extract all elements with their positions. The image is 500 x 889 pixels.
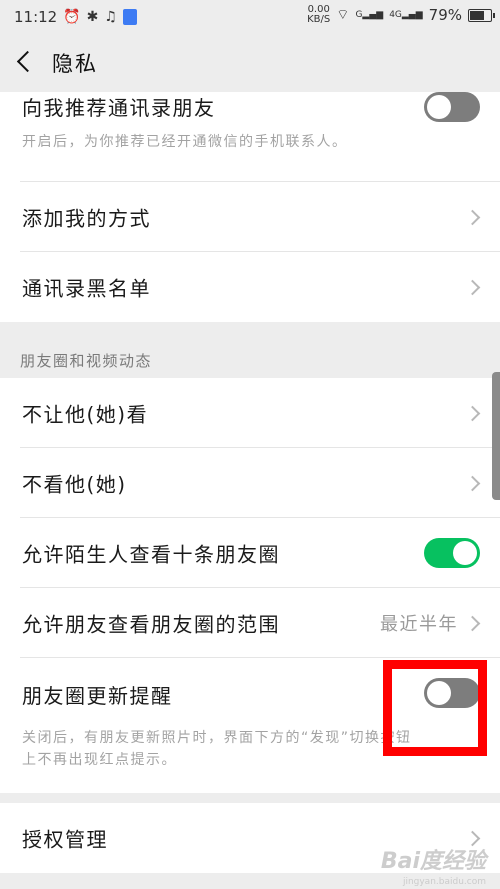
dont-see-row[interactable]: 不看他(她) (0, 448, 500, 518)
moments-update-reminder-desc-1: 关闭后，有朋友更新照片时，界面下方的“发现”切换按钮 (22, 730, 412, 746)
battery-percent: 79% (428, 6, 462, 24)
status-bar-left: 11:12 ⏰ ✱ ♫ (14, 8, 137, 26)
strangers-view-toggle[interactable] (424, 538, 480, 568)
recommend-contacts-desc: 开启后，为你推荐已经开通微信的手机联系人。 (22, 134, 348, 150)
toggle-knob (427, 95, 451, 119)
strangers-view-row: 允许陌生人查看十条朋友圈 (0, 518, 500, 588)
auth-management-label: 授权管理 (22, 827, 108, 852)
contacts-blacklist-row[interactable]: 通讯录黑名单 (0, 252, 500, 322)
strangers-view-label: 允许陌生人查看十条朋友圈 (22, 542, 280, 567)
chevron-right-icon (464, 209, 481, 226)
moments-range-value: 最近半年 (380, 614, 458, 635)
moments-range-row[interactable]: 允许朋友查看朋友圈的范围 最近半年 (0, 588, 500, 658)
chevron-right-icon (464, 475, 481, 492)
dont-see-label: 不看他(她) (22, 472, 127, 497)
network-label-1: G (355, 10, 363, 20)
recommend-contacts-row: 向我推荐通讯录朋友 开启后，为你推荐已经开通微信的手机联系人。 (0, 92, 500, 182)
baidu-watermark-logo: Bai度经验 (380, 849, 486, 874)
alarm-icon: ⏰ (63, 9, 81, 25)
net-speed: 0.00 KB/S (307, 5, 330, 25)
moments-section-header: 朋友圈和视频动态 (20, 352, 153, 370)
baidu-watermark-url: jingyan.baidu.com (402, 877, 486, 887)
recommend-contacts-toggle[interactable] (424, 92, 480, 122)
chevron-right-icon (464, 615, 481, 632)
add-me-methods-row[interactable]: 添加我的方式 (0, 182, 500, 252)
shield-icon (122, 9, 137, 25)
network-label-2: 4G (389, 10, 402, 20)
highlight-box (383, 660, 487, 756)
bluetooth-icon: ✱ (86, 9, 99, 25)
status-bar-right: 0.00 KB/S ⌔ G▂▄▆ 4G▂▄▆ 79% (307, 5, 495, 25)
page-title: 隐私 (52, 52, 98, 76)
status-time: 11:12 (14, 8, 58, 26)
dont-let-see-row[interactable]: 不让他(她)看 (0, 378, 500, 448)
moments-update-reminder-desc-2: 上不再出现红点提示。 (22, 752, 177, 768)
title-bar: 隐私 (0, 34, 500, 92)
toggle-knob (453, 541, 477, 565)
add-me-methods-label: 添加我的方式 (22, 206, 151, 231)
chevron-right-icon (464, 279, 481, 296)
qq-icon: ♫ (104, 9, 117, 25)
net-speed-unit: KB/S (307, 14, 331, 25)
dont-let-see-label: 不让他(她)看 (22, 402, 149, 427)
moments-update-reminder-label: 朋友圈更新提醒 (22, 684, 173, 708)
recommend-contacts-label: 向我推荐通讯录朋友 (22, 96, 216, 120)
moments-range-label: 允许朋友查看朋友圈的范围 (22, 612, 280, 637)
scrollbar-handle[interactable] (492, 372, 500, 500)
battery-fill (470, 10, 485, 20)
wifi-icon: ⌔ (336, 7, 350, 23)
battery-icon (468, 8, 495, 22)
contacts-card: 向我推荐通讯录朋友 开启后，为你推荐已经开通微信的手机联系人。 添加我的方式 通… (0, 92, 500, 322)
signal-icon: G▂▄▆ (355, 10, 384, 20)
contacts-blacklist-label: 通讯录黑名单 (22, 276, 151, 301)
status-bar: 11:12 ⏰ ✱ ♫ 0.00 KB/S ⌔ G▂▄▆ 4G▂▄▆ 79% (0, 0, 500, 34)
chevron-right-icon (464, 405, 481, 422)
back-arrow-icon[interactable] (16, 50, 39, 73)
signal-icon-2: 4G▂▄▆ (389, 10, 423, 20)
